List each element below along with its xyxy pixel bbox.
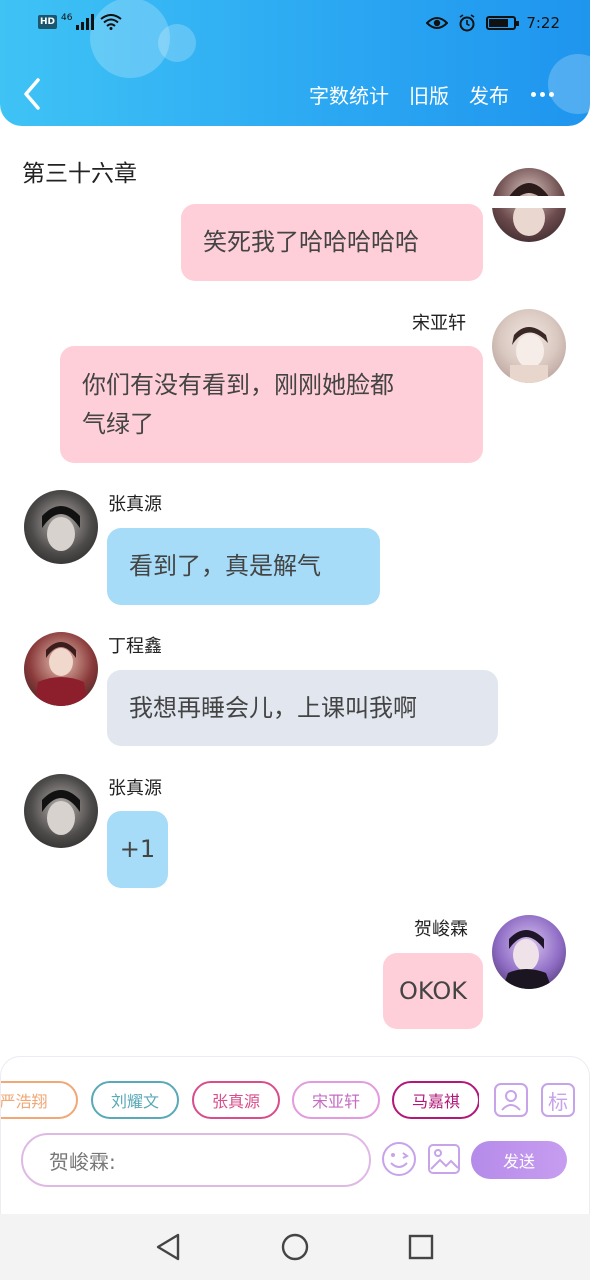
message-bubble[interactable]: 我想再睡会儿，上课叫我啊 <box>107 670 498 746</box>
chip-label: 宋亚轩 <box>311 1092 360 1111</box>
speaker-name: 宋亚轩 <box>412 313 466 334</box>
battery-icon <box>486 16 520 30</box>
input-speaker-prefix: 贺峻霖: <box>49 1149 116 1174</box>
signal-icon <box>76 14 95 30</box>
message-text-line: 你们有没有看到，刚刚她脸都 <box>82 370 394 399</box>
message-text: 看到了，真是解气 <box>129 552 321 580</box>
back-triangle-icon[interactable] <box>154 1232 184 1262</box>
message-input[interactable]: 贺峻霖: <box>21 1133 371 1187</box>
tag-label: 标 <box>548 1089 568 1114</box>
send-label: 发送 <box>502 1152 535 1171</box>
recents-square-icon[interactable] <box>406 1232 436 1262</box>
message-bubble[interactable]: OKOK <box>383 953 483 1029</box>
home-circle-icon[interactable] <box>280 1232 310 1262</box>
emoji-icon[interactable] <box>381 1141 417 1177</box>
character-chip[interactable]: 严浩翔 <box>1 1081 78 1119</box>
header-actions: 字数统计 旧版 发布 <box>309 80 554 109</box>
person-icon[interactable] <box>494 1083 528 1117</box>
system-nav-bar <box>0 1214 590 1280</box>
chip-label: 刘耀文 <box>110 1092 159 1111</box>
message-bubble[interactable]: +1 <box>107 811 168 888</box>
message-text: 我想再睡会儿，上课叫我啊 <box>129 693 417 722</box>
composer-panel: 严浩翔 刘耀文 张真源 宋亚轩 马嘉祺 标 贺峻霖: 发送 <box>0 1056 590 1214</box>
back-button[interactable] <box>20 76 50 116</box>
chip-label: 严浩翔 <box>1 1092 48 1111</box>
chip-label: 马嘉祺 <box>411 1092 460 1111</box>
more-dots-icon[interactable] <box>531 92 554 97</box>
chevron-left-icon <box>24 78 40 110</box>
avatar[interactable] <box>24 774 98 848</box>
character-chip-row[interactable]: 严浩翔 刘耀文 张真源 宋亚轩 马嘉祺 <box>1 1081 479 1121</box>
speaker-name: 张真源 <box>108 778 162 799</box>
chapter-title[interactable]: 第三十六章 <box>22 154 137 188</box>
avatar[interactable] <box>492 915 566 989</box>
decor-bubble <box>548 54 590 114</box>
message-text: 笑死我了哈哈哈哈哈 <box>203 228 419 256</box>
character-chip[interactable]: 宋亚轩 <box>292 1081 380 1119</box>
chip-label: 张真源 <box>211 1092 260 1111</box>
message-text: OKOK <box>399 976 467 1005</box>
hd-badge: HD <box>38 15 58 29</box>
character-chip[interactable]: 马嘉祺 <box>392 1081 479 1119</box>
character-chip[interactable]: 张真源 <box>192 1081 280 1119</box>
old-version-button[interactable]: 旧版 <box>409 80 449 109</box>
send-button[interactable]: 发送 <box>471 1141 567 1179</box>
message-bubble[interactable]: 你们有没有看到，刚刚她脸都 气绿了 <box>60 346 483 463</box>
alarm-icon <box>459 14 475 32</box>
character-chip[interactable]: 刘耀文 <box>91 1081 179 1119</box>
wifi-icon <box>100 14 123 30</box>
speaker-name: 丁程鑫 <box>108 636 162 657</box>
avatar[interactable] <box>24 490 98 564</box>
app-header: HD 46 7:22 字数统计 旧版 发布 <box>0 0 590 126</box>
avatar[interactable] <box>24 632 98 706</box>
avatar[interactable] <box>492 309 566 383</box>
network-type: 46 <box>61 13 73 23</box>
speaker-name: 张真源 <box>108 494 162 515</box>
eye-icon <box>426 17 449 29</box>
message-text: +1 <box>119 835 156 863</box>
publish-button[interactable]: 发布 <box>469 80 509 109</box>
message-text-line: 气绿了 <box>82 409 154 438</box>
message-bubble[interactable]: 看到了，真是解气 <box>107 528 380 605</box>
message-bubble[interactable]: 笑死我了哈哈哈哈哈 <box>181 204 483 281</box>
status-time: 7:22 <box>526 14 560 32</box>
image-icon[interactable] <box>426 1141 462 1177</box>
status-bar: HD 46 7:22 <box>0 0 590 50</box>
tag-button[interactable]: 标 <box>541 1083 575 1117</box>
speaker-name: 贺峻霖 <box>414 919 468 940</box>
word-count-button[interactable]: 字数统计 <box>309 80 389 109</box>
